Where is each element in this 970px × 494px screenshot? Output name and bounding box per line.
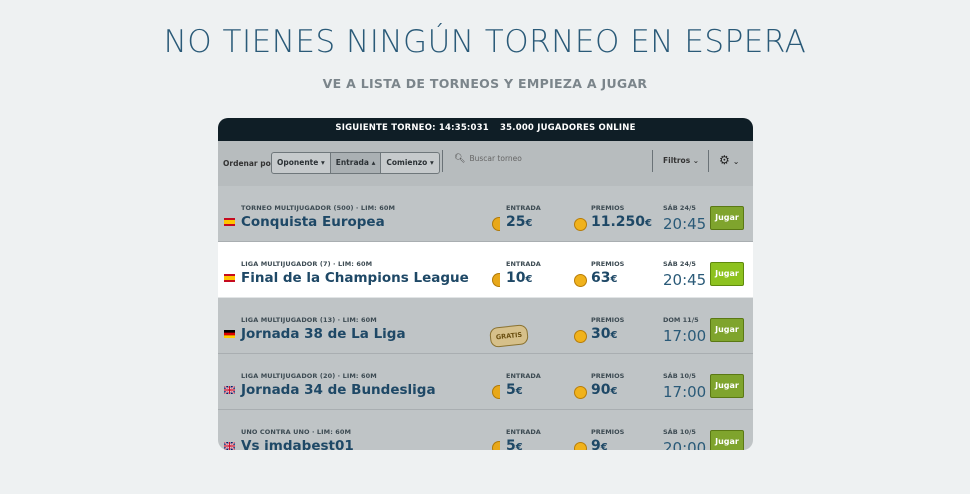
prize-value: 90€ bbox=[591, 382, 618, 398]
tournament-name: Jornada 38 de La Liga bbox=[241, 326, 406, 342]
tournament-row[interactable]: UNO CONTRA UNO · LIM: 60M Vs imdabest01 … bbox=[218, 410, 753, 450]
online-players-text: 35.000 JUGADORES ONLINE bbox=[500, 123, 636, 133]
tournament-row[interactable]: TORNEO MULTIJUGADOR (500) · LIM: 60M Con… bbox=[218, 186, 753, 242]
prize-value: 63€ bbox=[591, 270, 618, 286]
entry-value: 5€ bbox=[506, 382, 523, 398]
page-headline: NO TIENES NINGÚN TORNEO EN ESPERA bbox=[163, 24, 807, 60]
coin-icon bbox=[574, 330, 587, 343]
tournament-date: SÁB 10/5 bbox=[663, 428, 696, 436]
status-bar: SIGUIENTE TORNEO: 14:35:031 35.000 JUGAD… bbox=[218, 118, 753, 141]
tournament-meta: LIGA MULTIJUGADOR (20) · LIM: 60M bbox=[241, 372, 377, 380]
free-entry-badge: GRATIS bbox=[489, 324, 529, 348]
sort-label: Ordenar por: bbox=[223, 159, 278, 168]
tournament-name: Conquista Europea bbox=[241, 214, 385, 230]
tournament-name: Final de la Champions League bbox=[241, 270, 469, 286]
tournament-time: 20:45 bbox=[663, 271, 707, 289]
tournament-row[interactable]: LIGA MULTIJUGADOR (7) · LIM: 60M Final d… bbox=[218, 242, 753, 298]
sort-button-group: Oponente ▾ Entrada ▴ Comienzo ▾ bbox=[271, 152, 440, 174]
tournament-date: DOM 11/5 bbox=[663, 316, 699, 324]
spain-flag-icon bbox=[224, 274, 235, 282]
prize-value: 9€ bbox=[591, 438, 608, 450]
next-tournament-text: SIGUIENTE TORNEO: 14:35:031 bbox=[335, 123, 489, 133]
tournament-name: Vs imdabest01 bbox=[241, 438, 354, 450]
prize-label: PREMIOS bbox=[591, 316, 625, 324]
chevron-down-icon: ⌄ bbox=[732, 157, 740, 166]
coin-icon bbox=[492, 273, 500, 287]
tournament-name: Jornada 34 de Bundesliga bbox=[241, 382, 436, 398]
coin-icon bbox=[574, 442, 587, 450]
tournament-meta: LIGA MULTIJUGADOR (13) · LIM: 60M bbox=[241, 316, 377, 324]
prize-label: PREMIOS bbox=[591, 372, 625, 380]
sort-start-button[interactable]: Comienzo ▾ bbox=[381, 153, 438, 173]
germany-flag-icon bbox=[224, 330, 235, 338]
prize-label: PREMIOS bbox=[591, 428, 625, 436]
play-button[interactable]: Jugar bbox=[710, 430, 744, 450]
coin-icon bbox=[574, 218, 587, 231]
coin-icon bbox=[492, 441, 500, 450]
uk-flag-icon bbox=[224, 442, 235, 450]
tournament-row[interactable]: LIGA MULTIJUGADOR (13) · LIM: 60M Jornad… bbox=[218, 298, 753, 354]
tournament-time: 20:00 bbox=[663, 439, 707, 450]
entry-label: ENTRADA bbox=[506, 260, 541, 268]
coin-icon bbox=[574, 274, 587, 287]
coin-icon bbox=[492, 217, 500, 231]
gear-icon: ⚙ bbox=[719, 153, 730, 167]
prize-value: 30€ bbox=[591, 326, 618, 342]
tournament-row[interactable]: LIGA MULTIJUGADOR (20) · LIM: 60M Jornad… bbox=[218, 354, 753, 410]
divider bbox=[708, 150, 709, 172]
prize-value: 11.250€ bbox=[591, 214, 652, 230]
entry-label: ENTRADA bbox=[506, 204, 541, 212]
entry-value: 10€ bbox=[506, 270, 533, 286]
page-subheading: VE A LISTA DE TORNEOS Y EMPIEZA A JUGAR bbox=[322, 76, 648, 91]
sort-entry-button[interactable]: Entrada ▴ bbox=[330, 153, 382, 173]
search-placeholder: Buscar torneo bbox=[469, 154, 522, 163]
tournament-date: SÁB 24/5 bbox=[663, 260, 696, 268]
entry-label: ENTRADA bbox=[506, 372, 541, 380]
coin-icon bbox=[574, 386, 587, 399]
divider bbox=[442, 150, 443, 172]
play-button[interactable]: Jugar bbox=[710, 374, 744, 398]
uk-flag-icon bbox=[224, 386, 235, 394]
divider bbox=[652, 150, 653, 172]
tournament-meta: LIGA MULTIJUGADOR (7) · LIM: 60M bbox=[241, 260, 373, 268]
prize-label: PREMIOS bbox=[591, 260, 625, 268]
tournament-time: 20:45 bbox=[663, 215, 707, 233]
search-input[interactable]: 🔍︎ Buscar torneo bbox=[454, 154, 522, 164]
tournament-list-preview: SIGUIENTE TORNEO: 14:35:031 35.000 JUGAD… bbox=[218, 118, 753, 450]
tournament-time: 17:00 bbox=[663, 383, 707, 401]
play-button[interactable]: Jugar bbox=[710, 206, 744, 230]
sort-toolbar: Ordenar por: Oponente ▾ Entrada ▴ Comien… bbox=[218, 141, 753, 186]
tournament-meta: TORNEO MULTIJUGADOR (500) · LIM: 60M bbox=[241, 204, 396, 212]
sort-opponent-button[interactable]: Oponente ▾ bbox=[272, 153, 331, 173]
tournament-time: 17:00 bbox=[663, 327, 707, 345]
spain-flag-icon bbox=[224, 218, 235, 226]
entry-value: 25€ bbox=[506, 214, 533, 230]
tournament-meta: UNO CONTRA UNO · LIM: 60M bbox=[241, 428, 352, 436]
play-button[interactable]: Jugar bbox=[710, 318, 744, 342]
prize-label: PREMIOS bbox=[591, 204, 625, 212]
filters-dropdown[interactable]: Filtros ⌄ bbox=[663, 156, 699, 165]
coin-icon bbox=[492, 385, 500, 399]
play-button[interactable]: Jugar bbox=[710, 262, 744, 286]
tournament-date: SÁB 10/5 bbox=[663, 372, 696, 380]
entry-value: 5€ bbox=[506, 438, 523, 450]
entry-label: ENTRADA bbox=[506, 428, 541, 436]
tournament-date: SÁB 24/5 bbox=[663, 204, 696, 212]
search-icon: 🔍︎ bbox=[454, 154, 466, 164]
settings-dropdown[interactable]: ⚙ ⌄ bbox=[719, 153, 739, 167]
